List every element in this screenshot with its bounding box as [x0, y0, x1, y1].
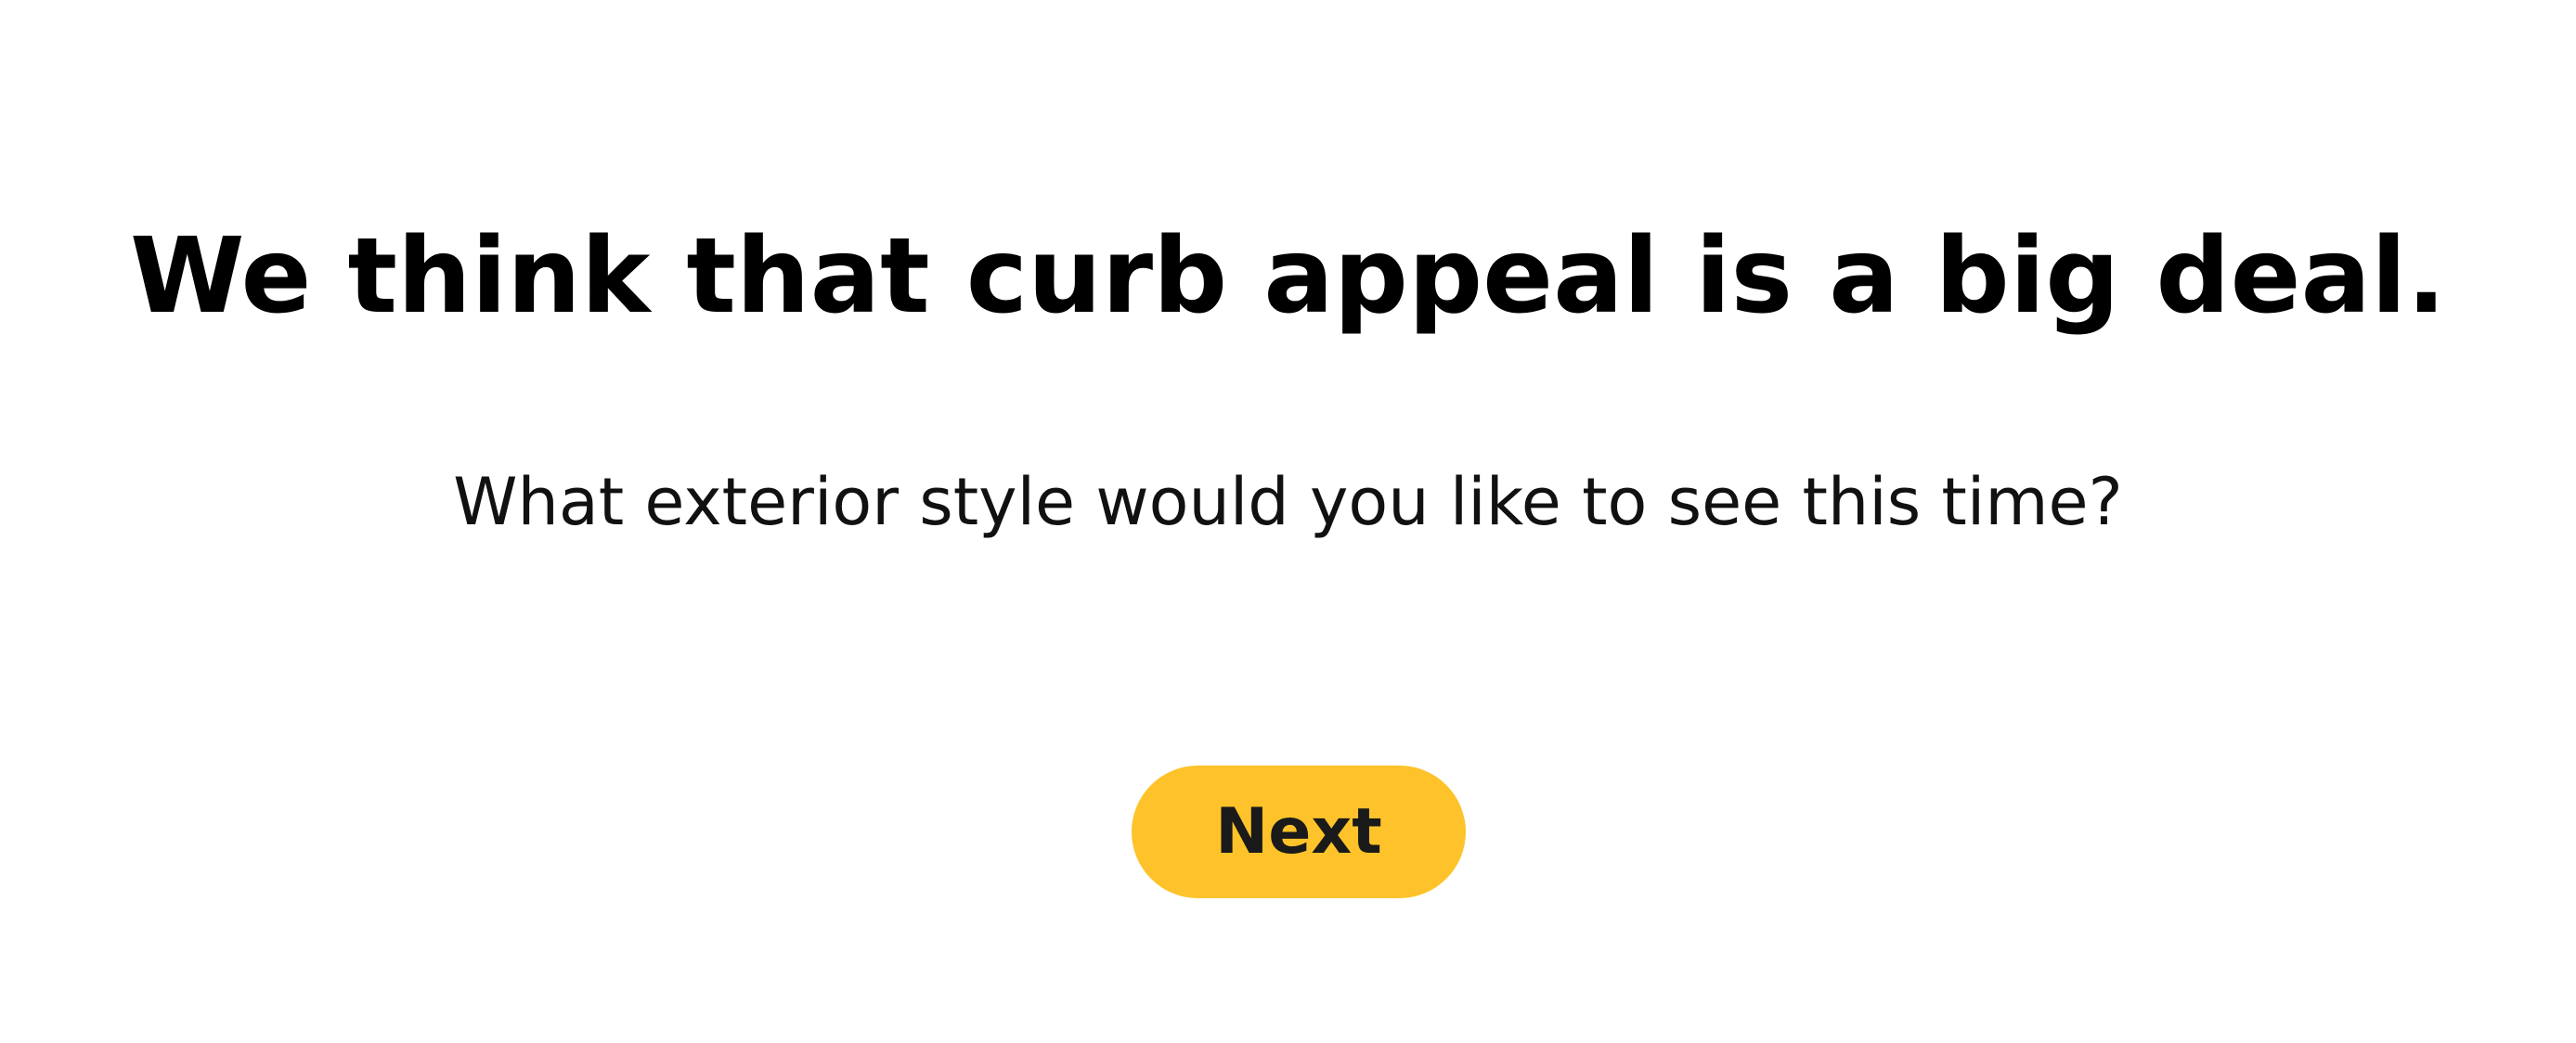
- question-text: What exterior style would you like to se…: [453, 464, 2123, 540]
- page-title: We think that curb appeal is a big deal.: [129, 216, 2447, 337]
- next-button[interactable]: Next: [1132, 766, 1466, 898]
- page: We think that curb appeal is a big deal.…: [0, 0, 2576, 1043]
